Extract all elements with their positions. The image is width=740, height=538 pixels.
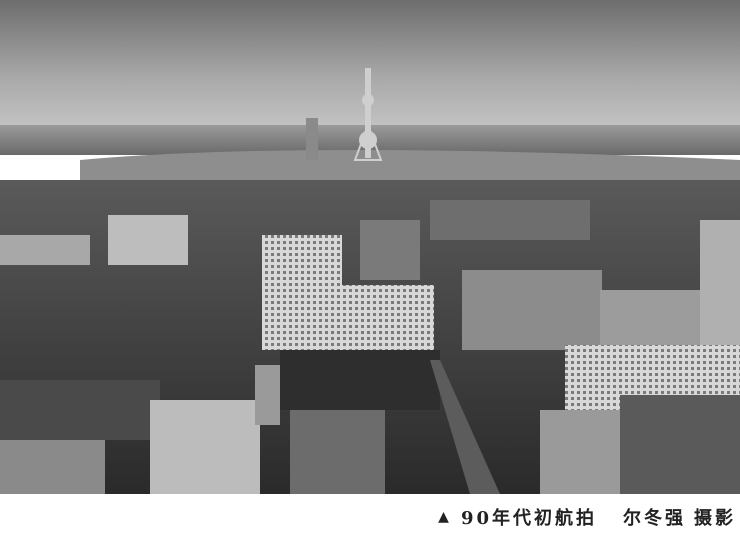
tower-building — [306, 118, 318, 160]
photographer-name: 尔冬强 — [623, 508, 686, 529]
park-trees — [280, 350, 440, 410]
triangle-up-icon: ▲ — [438, 509, 449, 525]
caption-text: 90年代初航拍 — [460, 508, 597, 529]
aerial-city-photo — [0, 0, 740, 494]
photo-caption: ▲ 90年代初航拍 尔冬强 摄影 — [438, 503, 736, 531]
photo-credit-label: 摄影 — [694, 508, 736, 529]
